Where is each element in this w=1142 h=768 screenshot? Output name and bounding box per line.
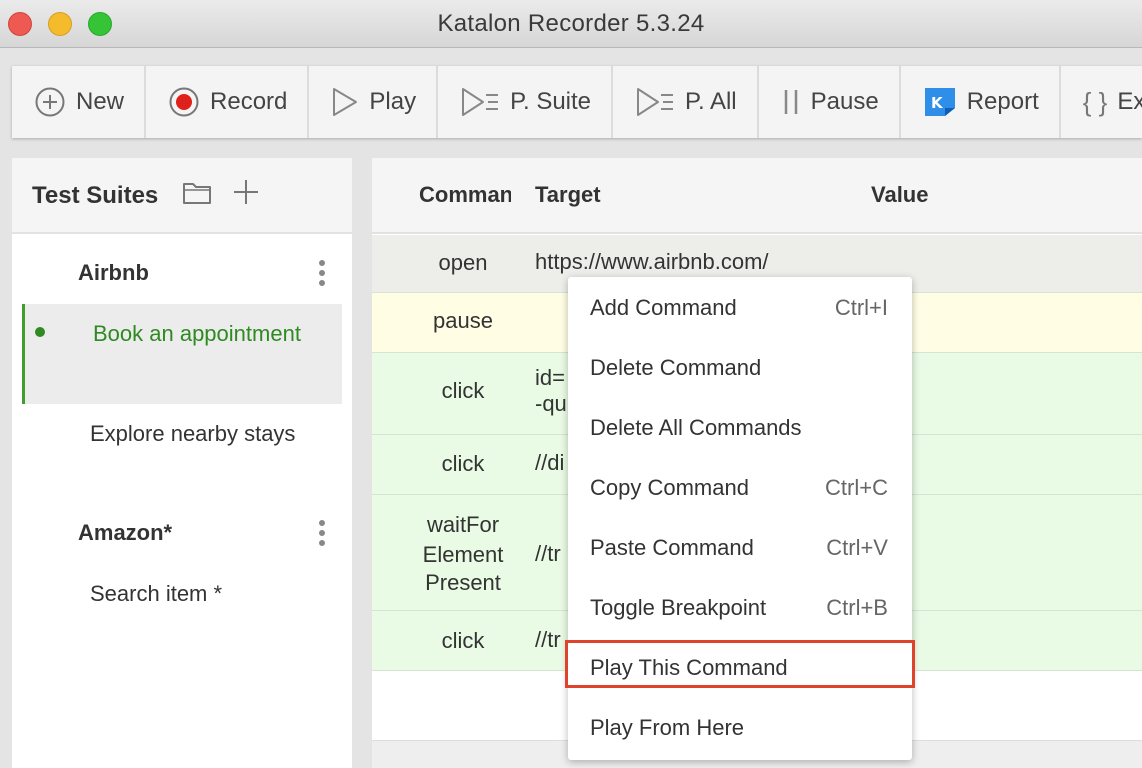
column-header-target[interactable]: Target	[535, 182, 601, 208]
menu-item-shortcut: Ctrl+V	[826, 535, 888, 560]
row-command-line2: Element	[422, 542, 504, 567]
add-suite-icon[interactable]	[232, 178, 260, 211]
column-header-value[interactable]: Value	[871, 182, 928, 208]
row-command: open	[438, 250, 488, 275]
menu-item-label: Paste Command	[590, 535, 754, 560]
play-all-icon	[635, 87, 675, 117]
row-target: //di	[535, 450, 565, 475]
menu-item-shortcut: Ctrl+C	[825, 475, 888, 500]
row-command: click	[441, 628, 485, 653]
pause-button[interactable]: Pause	[758, 66, 901, 138]
menu-item-label: Add Command	[590, 295, 737, 320]
test-case-explore-stays[interactable]: Explore nearby stays	[22, 414, 342, 494]
toolbar: New Record Play P. Suite P. All Pause K	[12, 66, 1142, 138]
suite-airbnb[interactable]: Airbnb	[78, 260, 149, 286]
menu-item-label: Copy Command	[590, 475, 749, 500]
braces-icon: { }	[1082, 86, 1108, 117]
new-label: New	[76, 88, 125, 115]
menu-item-add-command[interactable]: Add Command Ctrl+I	[568, 277, 912, 337]
folder-icon[interactable]	[182, 180, 212, 211]
export-button[interactable]: { } Exp	[1060, 66, 1142, 138]
play-suite-label: P. Suite	[510, 88, 592, 115]
export-label: Exp	[1117, 88, 1142, 115]
suite-amazon[interactable]: Amazon*	[78, 520, 172, 546]
menu-item-play-from-here[interactable]: Play From Here	[568, 697, 912, 757]
katalon-report-icon: K	[923, 86, 957, 118]
new-button[interactable]: New	[12, 66, 147, 138]
play-all-button[interactable]: P. All	[613, 66, 759, 138]
selected-indicator-icon	[35, 327, 45, 337]
report-label: Report	[966, 88, 1039, 115]
row-command: click	[441, 378, 485, 403]
table-header: Command Target Value	[372, 158, 1142, 234]
record-icon	[168, 86, 200, 118]
menu-item-label: Delete All Commands	[590, 415, 802, 440]
menu-item-label: Delete Command	[590, 355, 762, 380]
menu-item-play-this-command[interactable]: Play This Command	[568, 637, 912, 697]
menu-item-label: Toggle Breakpoint	[590, 595, 767, 620]
menu-item-label: Play This Command	[590, 655, 788, 680]
test-case-label: Search item *	[90, 581, 223, 606]
test-case-label: Explore nearby stays	[90, 421, 296, 446]
row-target: https://www.airbnb.com/	[535, 249, 769, 274]
menu-item-label: Play From Here	[590, 715, 745, 740]
play-icon	[331, 87, 359, 117]
play-label: Play	[369, 88, 417, 115]
record-button[interactable]: Record	[146, 66, 310, 138]
play-suite-icon	[460, 87, 500, 117]
play-button[interactable]: Play	[309, 66, 439, 138]
row-command-line1: waitFor	[426, 512, 500, 537]
kebab-menu-icon[interactable]	[318, 520, 326, 550]
row-target-line2: -qu	[535, 391, 567, 416]
title-bar: Katalon Recorder 5.3.24	[0, 0, 1142, 48]
menu-item-shortcut: Ctrl+I	[834, 295, 888, 320]
menu-item-copy-command[interactable]: Copy Command Ctrl+C	[568, 457, 912, 517]
test-suites-title: Test Suites	[32, 182, 159, 209]
test-case-book-appointment[interactable]: Book an appointment	[22, 304, 342, 404]
report-button[interactable]: K Report	[900, 66, 1061, 138]
svg-text:K: K	[931, 94, 944, 112]
menu-item-shortcut: Ctrl+B	[826, 595, 888, 620]
column-header-command[interactable]: Command	[419, 182, 511, 208]
menu-item-toggle-breakpoint[interactable]: Toggle Breakpoint Ctrl+B	[568, 577, 912, 637]
play-suite-button[interactable]: P. Suite	[438, 66, 614, 138]
menu-item-delete-all-commands[interactable]: Delete All Commands	[568, 397, 912, 457]
play-all-label: P. All	[685, 88, 737, 115]
window-title: Katalon Recorder 5.3.24	[437, 10, 705, 37]
context-menu: Add Command Ctrl+I Delete Command Delete…	[565, 277, 915, 760]
test-case-label: Book an appointment	[93, 321, 301, 346]
pause-icon	[781, 87, 801, 117]
row-command: click	[441, 451, 485, 476]
record-label: Record	[210, 88, 288, 115]
menu-item-paste-command[interactable]: Paste Command Ctrl+V	[568, 517, 912, 577]
row-target: //tr	[535, 627, 561, 652]
row-target-line1: id=	[535, 365, 565, 390]
pause-label: Pause	[810, 88, 879, 115]
test-suites-header: Test Suites	[12, 158, 352, 234]
plus-circle-icon	[34, 86, 66, 118]
test-case-search-item[interactable]: Search item *	[22, 574, 342, 614]
menu-item-delete-command[interactable]: Delete Command	[568, 337, 912, 397]
row-command-line3: Present	[425, 570, 501, 595]
test-suites-panel: Test Suites Airbnb Book an appointment E…	[12, 158, 352, 768]
row-target: //tr	[535, 541, 561, 566]
row-command: pause	[433, 308, 493, 333]
kebab-menu-icon[interactable]	[318, 260, 326, 290]
